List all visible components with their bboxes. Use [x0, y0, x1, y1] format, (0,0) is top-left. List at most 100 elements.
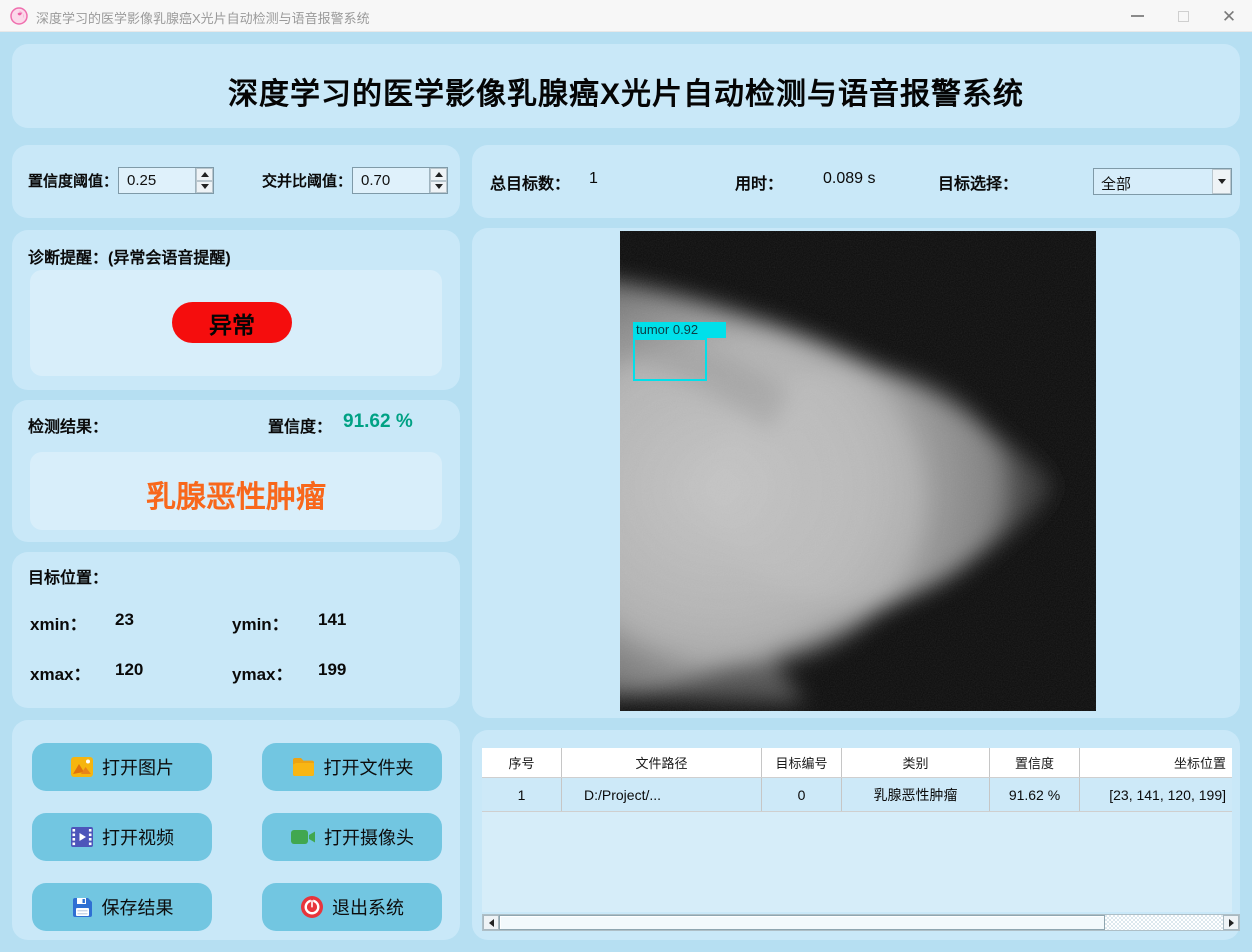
scroll-right-button[interactable] [1223, 915, 1239, 930]
save-icon [72, 897, 92, 917]
column-header: 目标编号 [762, 748, 842, 777]
open-folder-button[interactable]: 打开文件夹 [262, 743, 442, 791]
triangle-down-icon [434, 184, 443, 190]
window-title: 深度学习的医学影像乳腺癌X光片自动检测与语音报警系统 [36, 11, 370, 26]
column-header: 文件路径 [562, 748, 762, 777]
open-camera-button[interactable]: 打开摄像头 [262, 813, 442, 861]
spin-down-button[interactable] [196, 180, 213, 193]
table-row[interactable]: 1 D:/Project/... 0 乳腺恶性肿瘤 91.62 % [23, 1… [482, 778, 1232, 812]
open-video-button[interactable]: 打开视频 [32, 813, 212, 861]
total-targets-label: 总目标数： [490, 176, 571, 193]
xmin-value: 23 [115, 610, 134, 629]
results-table-panel: 序号 文件路径 目标编号 类别 置信度 坐标位置 1 D:/Project/..… [472, 730, 1240, 940]
position-label: 目标位置： [28, 570, 109, 587]
column-header: 置信度 [990, 748, 1080, 777]
exit-system-label: 退出系统 [332, 898, 404, 918]
minimize-icon [1130, 15, 1144, 17]
total-targets-value: 1 [589, 170, 598, 187]
scrollbar-track[interactable] [1105, 915, 1223, 930]
dropdown-arrow-button[interactable] [1212, 169, 1231, 194]
stats-panel: 总目标数： 1 用时： 0.089 s 目标选择： 全部 [472, 145, 1240, 218]
detection-bounding-box [633, 338, 707, 381]
diagnosis-panel: 诊断提醒：(异常会语音提醒) 异常 [12, 230, 460, 390]
results-table: 序号 文件路径 目标编号 类别 置信度 坐标位置 1 D:/Project/..… [482, 748, 1232, 812]
cell-index: 1 [482, 778, 562, 811]
maximize-icon [1177, 10, 1189, 22]
cell-class: 乳腺恶性肿瘤 [842, 778, 990, 811]
chevron-down-icon [1217, 179, 1226, 184]
app-window: 深度学习的医学影像乳腺癌X光片自动检测与语音报警系统 ✕ 深度学习的医学影像乳腺… [0, 0, 1252, 952]
ymin-label: ymin： [232, 615, 289, 634]
iou-threshold-spinbox[interactable]: 0.70 [352, 167, 448, 194]
confidence-threshold-value: 0.25 [127, 172, 157, 189]
close-icon: ✕ [1221, 6, 1237, 26]
spin-down-button[interactable] [430, 180, 447, 193]
result-class-name: 乳腺恶性肿瘤 [146, 481, 326, 514]
result-confidence-value: 91.62 % [343, 411, 413, 432]
detection-label: tumor 0.92 [633, 322, 726, 338]
image-viewer-panel: tumor 0.92 [472, 228, 1240, 718]
table-empty-area [482, 812, 1232, 912]
camera-icon [291, 830, 315, 844]
folder-icon [292, 758, 314, 776]
position-panel: 目标位置： xmin： 23 ymin： 141 xmax： 120 ymax：… [12, 552, 460, 708]
image-icon [71, 757, 93, 777]
open-image-button[interactable]: 打开图片 [32, 743, 212, 791]
status-badge: 异常 [172, 302, 292, 343]
column-header: 类别 [842, 748, 990, 777]
mammogram-image [550, 231, 1096, 711]
thresholds-panel: 置信度阈值： 0.25 交并比阈值： 0.70 [12, 145, 460, 218]
confidence-threshold-spinbox[interactable]: 0.25 [118, 167, 214, 194]
open-image-label: 打开图片 [102, 758, 174, 778]
ymax-value: 199 [318, 660, 347, 679]
table-header-row: 序号 文件路径 目标编号 类别 置信度 坐标位置 [482, 748, 1232, 778]
spin-up-button[interactable] [430, 168, 447, 181]
triangle-up-icon [434, 171, 443, 177]
horizontal-scrollbar[interactable] [482, 914, 1240, 931]
iou-threshold-label: 交并比阈值： [262, 173, 353, 190]
open-video-label: 打开视频 [102, 828, 174, 848]
cell-confidence: 91.62 % [990, 778, 1080, 811]
time-label: 用时： [735, 176, 784, 193]
maximize-button[interactable] [1160, 0, 1206, 32]
app-logo-icon [10, 7, 28, 25]
save-result-button[interactable]: 保存结果 [32, 883, 212, 931]
time-value: 0.089 s [823, 170, 876, 187]
diagnosis-label: 诊断提醒：(异常会语音提醒) [28, 250, 231, 267]
xmax-label: xmax： [30, 665, 91, 684]
actions-panel: 打开图片 打开文件夹 打开视频 打开摄像头 保存结果 退出系统 [12, 720, 460, 940]
triangle-right-icon [1228, 918, 1234, 927]
save-result-label: 保存结果 [101, 898, 174, 918]
xmax-value: 120 [115, 660, 144, 679]
close-button[interactable]: ✕ [1206, 0, 1252, 32]
target-select-value: 全部 [1101, 176, 1132, 193]
spin-up-button[interactable] [196, 168, 213, 181]
triangle-up-icon [200, 171, 209, 177]
minimize-button[interactable] [1114, 0, 1160, 32]
result-panel: 检测结果： 置信度： 91.62 % 乳腺恶性肿瘤 [12, 400, 460, 542]
power-icon [301, 896, 323, 918]
cell-file-path: D:/Project/... [562, 778, 762, 811]
ymax-label: ymax： [232, 665, 293, 684]
exit-system-button[interactable]: 退出系统 [262, 883, 442, 931]
page-title: 深度学习的医学影像乳腺癌X光片自动检测与语音报警系统 [227, 78, 1024, 111]
title-bar: 深度学习的医学影像乳腺癌X光片自动检测与语音报警系统 ✕ [0, 0, 1252, 32]
open-camera-label: 打开摄像头 [324, 828, 414, 848]
triangle-left-icon [488, 918, 494, 927]
target-select-label: 目标选择： [938, 176, 1019, 193]
confidence-threshold-label: 置信度阈值： [28, 173, 119, 190]
triangle-down-icon [200, 184, 209, 190]
video-icon [71, 827, 93, 847]
column-header: 序号 [482, 748, 562, 777]
xray-image: tumor 0.92 [550, 231, 1096, 711]
diagnosis-status-box: 异常 [30, 270, 442, 376]
result-confidence-label: 置信度： [268, 419, 333, 436]
scroll-left-button[interactable] [483, 915, 499, 930]
iou-threshold-value: 0.70 [361, 172, 391, 189]
ymin-value: 141 [318, 610, 347, 629]
header-panel: 深度学习的医学影像乳腺癌X光片自动检测与语音报警系统 [12, 44, 1240, 128]
column-header: 坐标位置 [1173, 756, 1226, 771]
cell-coordinates: [23, 141, 120, 199] [1109, 786, 1226, 803]
target-select-dropdown[interactable]: 全部 [1093, 168, 1232, 195]
scrollbar-thumb[interactable] [499, 915, 1105, 930]
